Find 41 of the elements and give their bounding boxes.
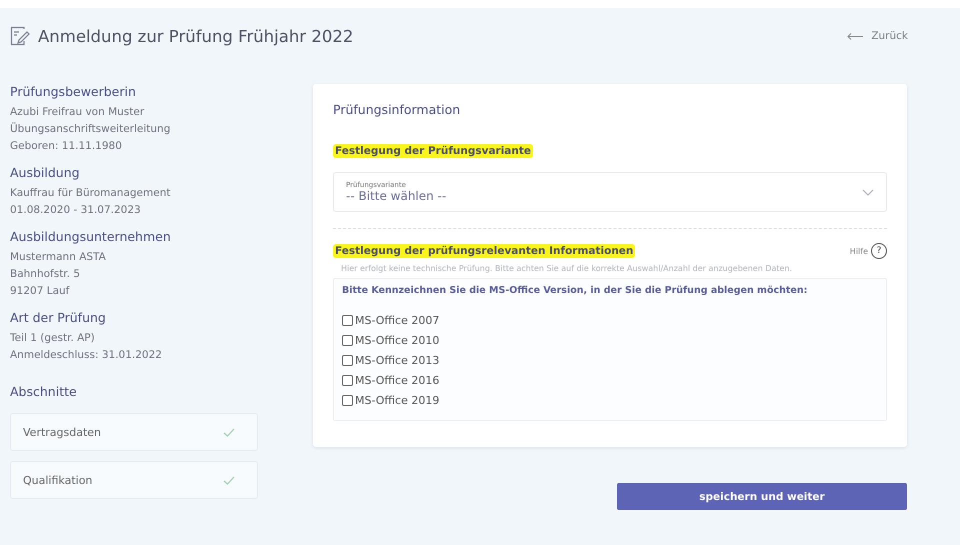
checkbox-label: MS-Office 2013 [355,354,440,366]
checkbox-label: MS-Office 2010 [355,334,440,346]
info-text: Azubi Freifrau von Muster [10,105,146,120]
subsection-heading: Festlegung der Prüfungsvariante [333,144,534,158]
info-text: Teil 1 (gestr. AP) [10,331,96,346]
subsection-heading: Festlegung der prüfungsrelevanten Informationen [333,244,636,258]
section-heading: Art der Prüfung [10,310,107,325]
arrow-left-icon [847,32,864,40]
info-text: Geboren: 11.11.1980 [10,139,123,154]
checkbox[interactable] [342,354,353,366]
info-text: Übungsanschriftsweiterleitung [10,121,172,137]
question-text: Bitte Kennzeichnen Sie die MS-Office Version, in der Sie die Prüfung ablegen möchten: [342,285,808,296]
section-heading: Abschnitte [10,384,78,399]
checkbox[interactable] [342,394,353,406]
checkbox-label: MS-Office 2019 [355,394,440,406]
checkbox[interactable] [342,374,353,386]
card-title: Prüfungsinformation [333,102,462,117]
checkbox-label: MS-Office 2016 [355,374,440,386]
info-text: Kauffrau für Büromanagement [10,186,172,201]
select-value: -- Bitte wählen -- [346,189,446,203]
section-heading: Prüfungsbewerberin [10,84,137,99]
info-text: Mustermann ASTA [10,250,107,265]
section-step[interactable]: Qualifikation [10,461,258,499]
help-icon[interactable]: ? [871,243,887,259]
section-heading: Ausbildung [10,165,81,180]
page-title: Anmeldung zur Prüfung Frühjahr 2022 [38,26,354,46]
info-text: Anmeldeschluss: 31.01.2022 [10,348,163,363]
hint-text: Hier erfolgt keine technische Prüfung. Bitte achten Sie auf die korrekte Auswahl/Anzahl der anzugebenen Daten. [341,264,794,273]
help-link[interactable]: Hilfe [850,246,868,256]
section-heading: Ausbildungsunternehmen [10,229,172,244]
info-text: Bahnhofstr. 5 [10,267,82,282]
checkbox[interactable] [342,334,353,346]
chevron-down-icon [862,188,874,196]
info-text: 01.08.2020 - 31.07.2023 [10,203,142,218]
checkbox-label: MS-Office 2007 [355,314,440,326]
info-text: 91207 Lauf [10,284,70,299]
checkbox[interactable] [342,314,353,326]
save-and-continue-button[interactable]: speichern und weiter [617,483,907,510]
back-link[interactable]: Zurück [847,30,908,42]
section-step[interactable]: Vertragsdaten [10,413,258,451]
edit-form-icon [10,26,30,46]
